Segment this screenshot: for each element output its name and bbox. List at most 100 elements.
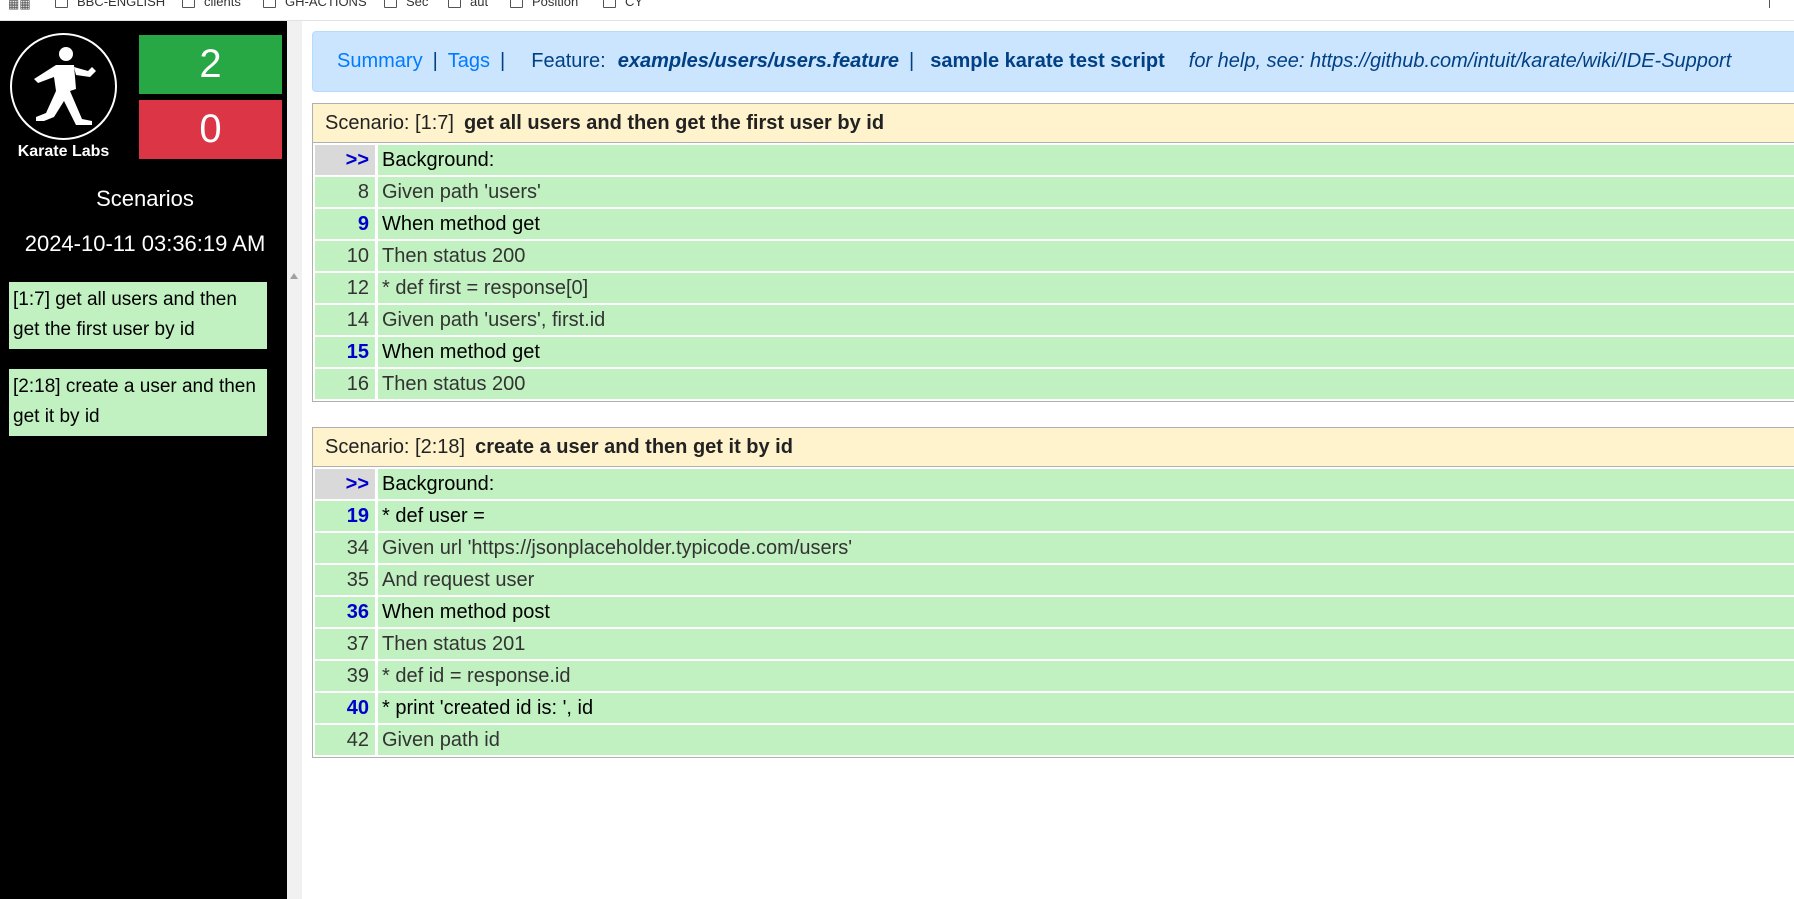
bookmark-sec[interactable]: Sec [384, 0, 428, 9]
folder-icon [510, 0, 523, 8]
feature-path: examples/users/users.feature [617, 50, 899, 72]
feature-label: Feature: [531, 50, 606, 72]
tags-link[interactable]: Tags [448, 50, 490, 72]
step-row: 42 Given path id [315, 725, 1794, 755]
step-line-number: 16 [315, 369, 375, 399]
karate-logo [10, 33, 117, 140]
step-line-number: 19 [315, 501, 375, 531]
bookmarks-divider [1769, 0, 1770, 8]
step-text: Then status 200 [378, 369, 1794, 399]
scenario-header: Scenario: [1:7] get all users and then ge… [313, 104, 1794, 143]
separator: | [432, 50, 438, 72]
karate-figure-icon [34, 47, 96, 125]
step-line-number: 39 [315, 661, 375, 691]
scenario-list: [1:7] get all users and then get the fir… [9, 282, 267, 456]
step-row: 16 Then status 200 [315, 369, 1794, 399]
step-list: >> Background: 19 * def user = 34 Given url '… [313, 469, 1794, 755]
step-row: 36 When method post [315, 597, 1794, 627]
step-row: 39 * def id = response.id [315, 661, 1794, 691]
step-line-number: 8 [315, 177, 375, 207]
step-row: 34 Given url 'https://jsonplaceholder.typ… [315, 533, 1794, 563]
bookmark-aut[interactable]: aut [448, 0, 488, 9]
step-row: 9 When method get [315, 209, 1794, 239]
step-row: >> Background: [315, 469, 1794, 499]
bookmark-bbc-english[interactable]: BBC-ENGLISH [55, 0, 165, 9]
folder-icon [384, 0, 397, 8]
step-text: * def id = response.id [378, 661, 1794, 691]
scenario-link-1[interactable]: [1:7] get all users and then get the fir… [9, 282, 267, 349]
separator: | [909, 50, 915, 72]
step-text: When method get [378, 337, 1794, 367]
step-row: 8 Given path 'users' [315, 177, 1794, 207]
feature-header: Summary | Tags | Feature: examples/users/user… [312, 31, 1794, 92]
summary-link[interactable]: Summary [337, 50, 423, 72]
folder-icon [603, 0, 616, 8]
expand-background-toggle[interactable]: >> [315, 145, 375, 175]
step-row: 15 When method get [315, 337, 1794, 367]
separator: | [500, 50, 506, 72]
step-row: 35 And request user [315, 565, 1794, 595]
sidebar-scrollbar[interactable] [287, 21, 302, 899]
step-line-number: 15 [315, 337, 375, 367]
step-line-number: 10 [315, 241, 375, 271]
apps-grid-icon[interactable]: ▦▦ [8, 0, 31, 11]
help-text: for help, see: https://github.com/intuit… [1188, 50, 1732, 72]
folder-icon [182, 0, 195, 8]
bookmarks-bar: ▦▦ BBC-ENGLISH clients GH-ACTIONS Sec au… [0, 0, 1794, 21]
step-line-number: 34 [315, 533, 375, 563]
step-row: 12 * def first = response[0] [315, 273, 1794, 303]
step-line-number: 9 [315, 209, 375, 239]
folder-icon [263, 0, 276, 8]
step-row: 19 * def user = [315, 501, 1794, 531]
step-text: Given path id [378, 725, 1794, 755]
step-text: When method post [378, 597, 1794, 627]
bookmark-cy[interactable]: CY [603, 0, 643, 9]
logo-text: Karate Labs [17, 143, 110, 160]
failed-count: 0 [139, 100, 282, 159]
step-row: 37 Then status 201 [315, 629, 1794, 659]
scenario-panel-1: Scenario: [1:7] get all users and then ge… [312, 103, 1794, 402]
scroll-up-arrow-icon[interactable] [290, 273, 298, 279]
scenario-name: create a user and then get it by id [475, 436, 793, 458]
step-text: And request user [378, 565, 1794, 595]
passed-count: 2 [139, 35, 282, 94]
step-row: 10 Then status 200 [315, 241, 1794, 271]
step-row: >> Background: [315, 145, 1794, 175]
bookmark-clients[interactable]: clients [182, 0, 241, 9]
step-text: * def first = response[0] [378, 273, 1794, 303]
step-text: Then status 200 [378, 241, 1794, 271]
step-text: Given url 'https://jsonplaceholder.typic… [378, 533, 1794, 563]
run-timestamp: 2024-10-11 03:36:19 AM [24, 231, 266, 256]
step-text: * def user = [378, 501, 1794, 531]
scenarios-title: Scenarios [96, 186, 194, 211]
scenario-ref: Scenario: [1:7] [325, 112, 454, 134]
folder-icon [55, 0, 68, 8]
bookmark-gh-actions[interactable]: GH-ACTIONS [263, 0, 367, 9]
expand-background-toggle[interactable]: >> [315, 469, 375, 499]
scenario-ref: Scenario: [2:18] [325, 436, 466, 458]
step-line-number: 12 [315, 273, 375, 303]
scenario-name: get all users and then get the first use… [463, 112, 885, 134]
folder-icon [448, 0, 461, 8]
step-text: * print 'created id is: ', id [378, 693, 1794, 723]
scenario-panel-2: Scenario: [2:18] create a user and then g… [312, 427, 1794, 758]
step-line-number: 40 [315, 693, 375, 723]
step-line-number: 37 [315, 629, 375, 659]
step-text: Given path 'users' [378, 177, 1794, 207]
scenario-link-2[interactable]: [2:18] create a user and then get it by … [9, 369, 267, 436]
step-text: Then status 201 [378, 629, 1794, 659]
step-line-number: 42 [315, 725, 375, 755]
step-row: 40 * print 'created id is: ', id [315, 693, 1794, 723]
step-list: >> Background: 8 Given path 'users' 9 When me… [313, 145, 1794, 399]
step-text: Given path 'users', first.id [378, 305, 1794, 335]
step-line-number: 35 [315, 565, 375, 595]
bookmark-position[interactable]: Position [510, 0, 578, 9]
step-text: Background: [378, 145, 1794, 175]
feature-description: sample karate test script [930, 50, 1165, 72]
scenario-header: Scenario: [2:18] create a user and then g… [313, 428, 1794, 467]
step-line-number: 36 [315, 597, 375, 627]
step-row: 14 Given path 'users', first.id [315, 305, 1794, 335]
step-text: When method get [378, 209, 1794, 239]
step-line-number: 14 [315, 305, 375, 335]
step-text: Background: [378, 469, 1794, 499]
